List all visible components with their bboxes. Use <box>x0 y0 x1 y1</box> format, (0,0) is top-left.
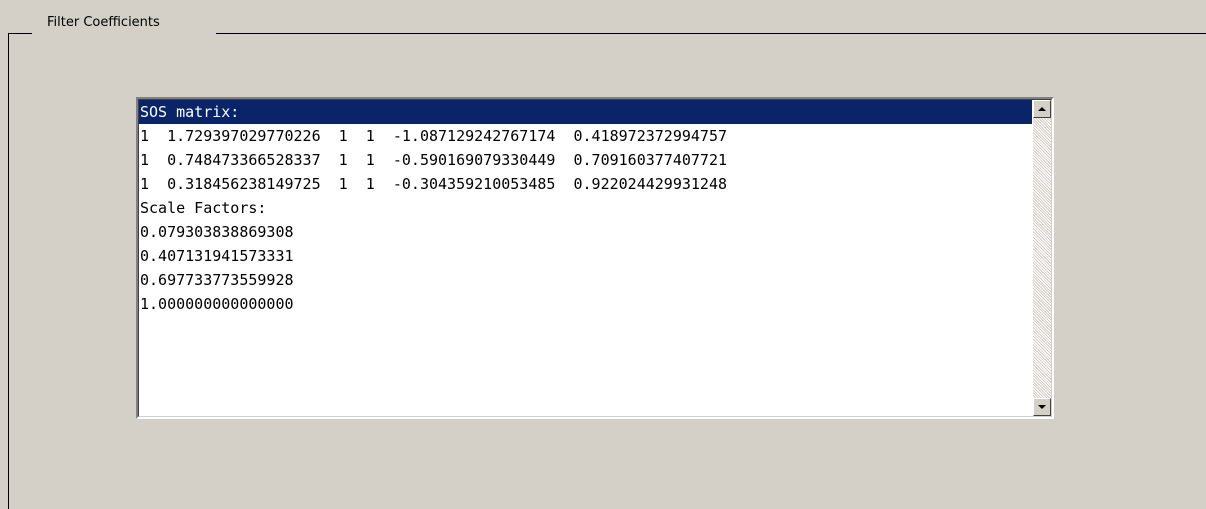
list-item[interactable]: 0.697733773559928 <box>139 268 1032 292</box>
groupbox-top-border-left <box>8 33 32 34</box>
list-item[interactable]: 1 1.729397029770226 1 1 -1.0871292427671… <box>139 124 1032 148</box>
list-item[interactable]: 0.079303838869308 <box>139 220 1032 244</box>
list-item[interactable]: 1 0.748473366528337 1 1 -0.5901690793304… <box>139 148 1032 172</box>
list-item[interactable]: 1 0.318456238149725 1 1 -0.3043592100534… <box>139 172 1032 196</box>
coefficients-list-content[interactable]: SOS matrix: 1 1.729397029770226 1 1 -1.0… <box>139 100 1032 416</box>
coefficients-listbox[interactable]: SOS matrix: 1 1.729397029770226 1 1 -1.0… <box>136 97 1054 419</box>
list-item[interactable]: 1.000000000000000 <box>139 292 1032 316</box>
vertical-scrollbar[interactable] <box>1033 100 1051 416</box>
groupbox-left-border <box>8 33 9 509</box>
list-item[interactable]: Scale Factors: <box>139 196 1032 220</box>
listbox-inner-border: SOS matrix: 1 1.729397029770226 1 1 -1.0… <box>138 99 1052 417</box>
list-item[interactable]: 0.407131941573331 <box>139 244 1032 268</box>
groupbox-top-border-right <box>216 33 1206 34</box>
groupbox-title: Filter Coefficients <box>45 15 162 31</box>
scroll-down-arrow-icon <box>1038 405 1046 409</box>
scroll-up-arrow-icon <box>1038 107 1046 111</box>
scroll-down-button[interactable] <box>1033 398 1051 416</box>
scroll-up-button[interactable] <box>1033 100 1051 118</box>
list-item[interactable]: SOS matrix: <box>139 100 1032 124</box>
